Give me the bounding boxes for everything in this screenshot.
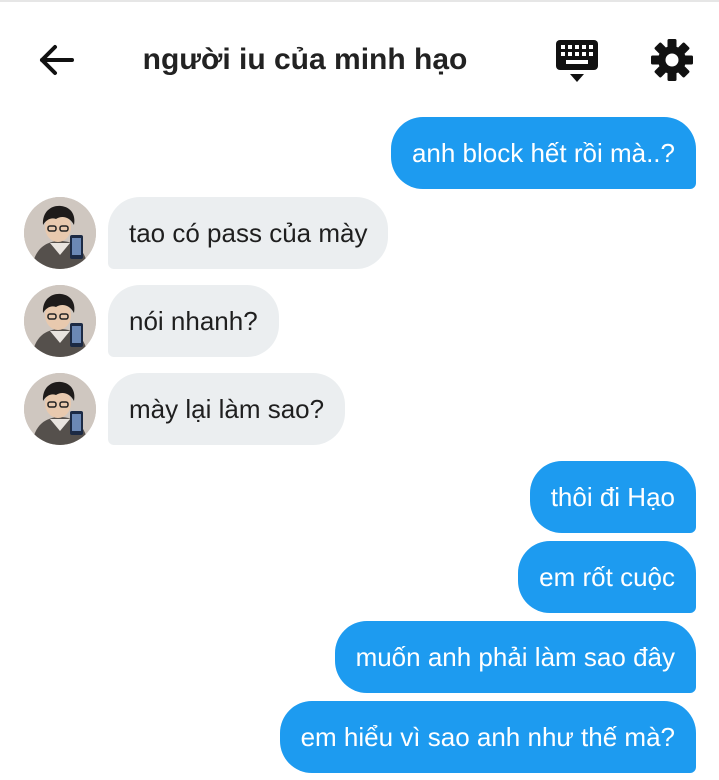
arrow-left-icon bbox=[40, 45, 74, 75]
incoming-message[interactable]: nói nhanh? bbox=[108, 285, 279, 357]
incoming-message[interactable]: tao có pass của mày bbox=[108, 197, 389, 269]
outgoing-message[interactable]: anh block hết rồi mà..? bbox=[390, 117, 696, 189]
contact-photo-icon bbox=[24, 373, 96, 445]
keyboard-button[interactable] bbox=[554, 38, 600, 84]
incoming-message[interactable]: mày lại làm sao? bbox=[108, 373, 346, 445]
avatar[interactable] bbox=[24, 373, 96, 445]
settings-button[interactable] bbox=[648, 36, 696, 84]
contact-photo-icon bbox=[24, 197, 96, 269]
contact-photo-icon bbox=[24, 285, 96, 357]
chat-header: người iu của minh hạo bbox=[0, 2, 719, 108]
avatar[interactable] bbox=[24, 197, 96, 269]
outgoing-message[interactable]: em hiểu vì sao anh như thế mà? bbox=[279, 701, 696, 773]
outgoing-message[interactable]: muốn anh phải làm sao đây bbox=[334, 621, 696, 693]
avatar[interactable] bbox=[24, 285, 96, 357]
keyboard-icon bbox=[556, 40, 598, 82]
back-button[interactable] bbox=[30, 38, 80, 82]
gear-icon bbox=[651, 39, 693, 81]
chat-title: người iu của minh hạo bbox=[142, 43, 468, 76]
outgoing-message[interactable]: thôi đi Hạo bbox=[529, 461, 696, 533]
outgoing-message[interactable]: em rốt cuộc bbox=[518, 541, 696, 613]
